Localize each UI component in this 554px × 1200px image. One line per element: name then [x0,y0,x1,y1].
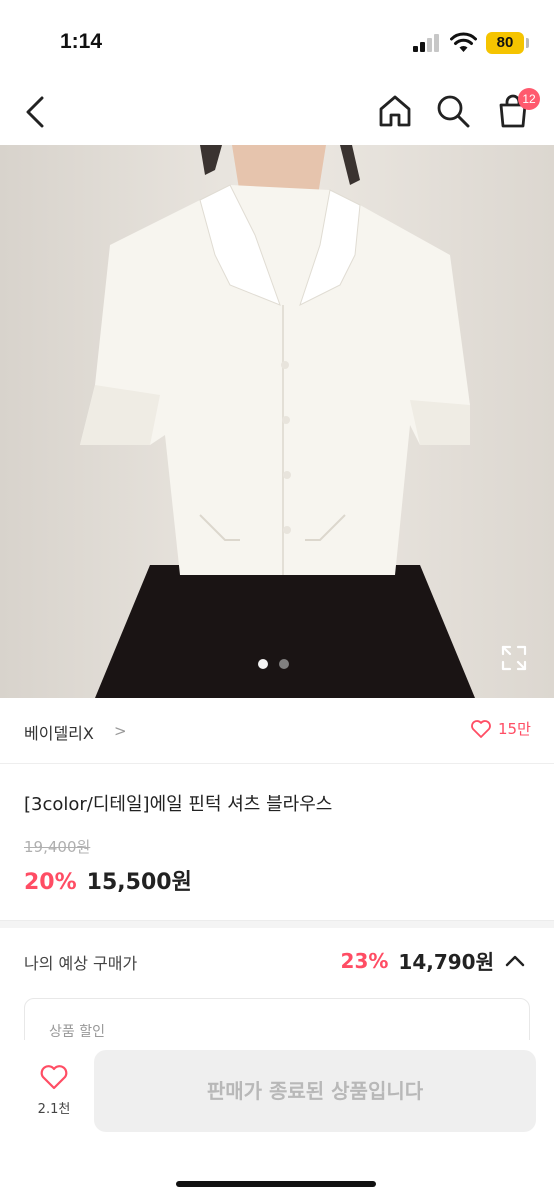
expected-price-row[interactable]: 나의 예상 구매가 23% 14,790원 [0,930,554,990]
heart-icon [471,719,491,738]
battery-tip [526,38,529,48]
wishlist-button[interactable]: 2.1천 [26,1064,82,1130]
discount-rate: 20% [24,870,77,895]
shop-row[interactable]: 베이델리X > 15만 [0,698,554,764]
status-time: 1:14 [60,30,103,53]
shop-like-button[interactable]: 15만 [470,718,531,739]
expected-price: 14,790원 [398,950,494,974]
cart-count-badge: 12 [518,88,540,110]
home-indicator [176,1181,376,1187]
benefit-label: 상품 할인 [49,1024,105,1040]
battery-indicator: 80 [486,32,524,54]
sale-price: 15,500원 [86,870,192,895]
search-icon[interactable] [434,92,472,130]
chevron-right-icon: > [114,722,127,740]
shop-name[interactable]: 베이델리X [24,720,94,744]
back-icon[interactable] [18,92,54,132]
product-photo [0,145,554,698]
sold-out-button[interactable]: 판매가 종료된 상품입니다 [94,1050,536,1132]
bottom-action-bar: 2.1천 판매가 종료된 상품입니다 [0,1040,554,1200]
heart-icon [40,1065,68,1090]
home-icon[interactable] [376,92,414,130]
image-pagination [258,659,289,669]
product-image[interactable] [0,145,554,698]
original-price: 19,400원 [24,838,91,856]
wifi-icon [450,32,477,52]
wishlist-count: 2.1천 [37,1102,71,1117]
product-title: [3color/디테일]에일 핀턱 셔츠 블라우스 [24,794,333,815]
expected-price-summary: 23% 14,790원 [341,946,526,975]
expand-icon[interactable] [500,644,528,672]
pagination-dot[interactable] [279,659,289,669]
pagination-dot-active[interactable] [258,659,268,669]
section-divider [0,920,554,928]
like-count: 15만 [498,720,531,738]
expected-price-label: 나의 예상 구매가 [24,954,138,973]
top-nav [0,80,554,144]
cellular-signal-icon [413,34,439,52]
chevron-up-icon[interactable] [504,954,526,968]
price-row: 20% 15,500원 [24,864,192,896]
battery-level: 80 [496,34,514,51]
expected-discount: 23% [340,948,389,973]
status-bar: 1:14 80 [0,0,554,80]
